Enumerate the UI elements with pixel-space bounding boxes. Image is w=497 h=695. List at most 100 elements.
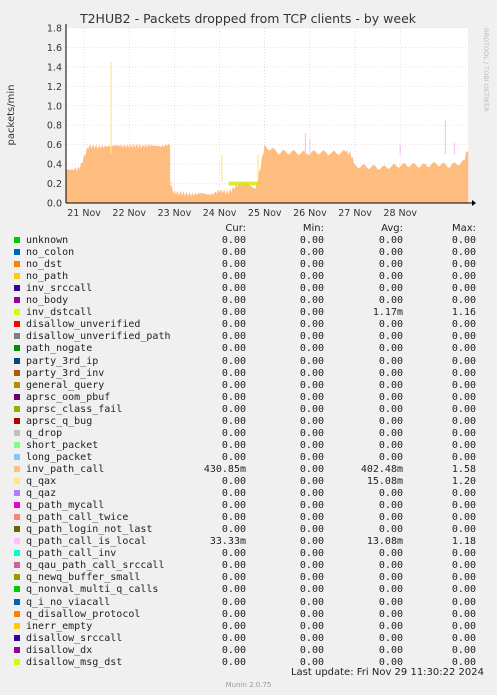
legend-avg: 0.00 (378, 343, 403, 355)
legend-cur: 0.00 (221, 415, 246, 427)
legend-swatch (14, 261, 20, 268)
x-tick-label: 21 Nov (67, 208, 101, 219)
legend-max: 1.58 (451, 463, 476, 475)
legend-avg: 0.00 (378, 439, 403, 451)
x-tick-label: 26 Nov (293, 208, 327, 219)
legend-swatch (14, 465, 20, 472)
legend-avg: 0.00 (378, 512, 403, 524)
band-inv_dstcall (228, 181, 261, 186)
legend-row: q_path_call_inv 0.00 0.00 0.00 0.00 (0, 548, 497, 560)
legend-avg: 0.00 (378, 500, 403, 512)
legend-row: q_qax 0.00 0.00 15.08m 1.20 (0, 476, 497, 488)
legend-name: q_path_call_inv (26, 548, 117, 560)
legend-cur: 0.00 (221, 259, 246, 271)
generator-label: Munin 2.0.75 (225, 681, 272, 689)
legend-name: no_colon (26, 247, 75, 259)
legend-cur: 0.00 (221, 608, 246, 620)
legend-row: party_3rd_ip 0.00 0.00 0.00 0.00 (0, 356, 497, 368)
legend-min: 0.00 (299, 319, 324, 331)
y-tick-label: 1.2 (47, 82, 62, 93)
legend-row: inv_path_call 430.85m 0.00 402.48m 1.58 (0, 464, 497, 476)
legend-min: 0.00 (299, 463, 324, 475)
legend-cur: 0.00 (221, 656, 246, 668)
legend-swatch (14, 622, 20, 629)
legend-avg: 0.00 (378, 295, 403, 307)
legend-cur: 0.00 (221, 451, 246, 463)
legend-swatch (14, 514, 20, 521)
legend-max: 0.00 (451, 403, 476, 415)
legend-max: 0.00 (451, 247, 476, 259)
legend-cur: 0.00 (221, 355, 246, 367)
legend-max: 0.00 (451, 560, 476, 572)
legend-row: q_path_call_is_local 33.33m 0.00 13.08m 1.18 (0, 536, 497, 548)
legend-max: 0.00 (451, 331, 476, 343)
legend-name: q_drop (26, 427, 63, 439)
legend-swatch (14, 574, 20, 581)
legend-max: 1.18 (451, 536, 476, 548)
legend-max: 0.00 (451, 355, 476, 367)
legend-row: party_3rd_inv 0.00 0.00 0.00 0.00 (0, 368, 497, 380)
legend-name: unknown (26, 235, 69, 246)
legend-swatch (14, 478, 20, 484)
legend-avg: 0.00 (378, 427, 403, 439)
legend-avg: 0.00 (378, 391, 403, 403)
legend-min: 0.00 (299, 379, 324, 391)
legend-swatch (14, 309, 20, 316)
legend-avg: 0.00 (378, 259, 403, 271)
legend-swatch (14, 345, 20, 352)
legend-min: 0.00 (299, 247, 324, 259)
legend-min: 0.00 (299, 524, 324, 536)
legend-min: 0.00 (299, 283, 324, 295)
legend-min: 0.00 (299, 584, 324, 596)
legend-avg: 15.08m (366, 476, 403, 487)
legend-avg: 0.00 (378, 560, 403, 572)
legend-row: no_colon 0.00 0.00 0.00 0.00 (0, 247, 497, 259)
legend-swatch (14, 538, 20, 545)
legend-swatch (14, 610, 20, 617)
y-axis-label: packets/min (6, 85, 17, 146)
legend-min: 0.00 (299, 632, 324, 644)
legend-max: 0.00 (451, 319, 476, 331)
legend-avg: 0.00 (378, 247, 403, 259)
legend-min: 0.00 (299, 476, 324, 487)
legend-swatch (14, 441, 20, 448)
legend-row: aprsc_q_bug 0.00 0.00 0.00 0.00 (0, 416, 497, 428)
legend-row: path_nogate 0.00 0.00 0.00 0.00 (0, 343, 497, 355)
legend-swatch (14, 562, 20, 569)
legend-swatch (14, 405, 20, 412)
legend-name: q_newq_buffer_small (26, 572, 141, 584)
legend-swatch (14, 417, 20, 424)
legend-name: inv_path_call (26, 463, 105, 475)
legend-avg: 0.00 (378, 235, 403, 246)
legend-name: aprsc_class_fail (26, 403, 123, 415)
last-update: Last update: Fri Nov 29 11:30:22 2024 (290, 667, 484, 678)
legend-name: q_path_call_twice (26, 512, 129, 524)
legend-row: no_dst 0.00 0.00 0.00 0.00 (0, 259, 497, 271)
legend-swatch (14, 502, 20, 509)
legend-row: no_body 0.00 0.00 0.00 0.00 (0, 295, 497, 307)
legend-avg: 0.00 (378, 271, 403, 283)
legend-cur: 0.00 (221, 235, 246, 246)
legend-swatch (14, 249, 20, 256)
legend-name: disallow_unverified (26, 319, 141, 331)
legend-name: party_3rd_ip (26, 355, 99, 367)
legend-swatch (14, 381, 20, 388)
legend-swatch (14, 490, 20, 497)
legend-avg: 1.17m (372, 307, 403, 319)
x-tick-label: 22 Nov (112, 208, 146, 219)
legend-avg: 0.00 (378, 415, 403, 427)
legend-cur: 0.00 (221, 247, 246, 259)
header-cur: Cur: (225, 223, 246, 234)
legend-avg: 0.00 (378, 379, 403, 391)
legend-cur: 0.00 (221, 403, 246, 415)
legend-name: disallow_dx (26, 644, 93, 656)
legend-row: q_i_no_viacall 0.00 0.00 0.00 0.00 (0, 597, 497, 609)
legend-swatch (14, 586, 20, 593)
header-max: Max: (451, 223, 476, 234)
legend-max: 0.00 (451, 271, 476, 283)
legend-cur: 0.00 (221, 620, 246, 632)
legend-row: q_path_login_not_last 0.00 0.00 0.00 0.00 (0, 524, 497, 536)
legend-avg: 0.00 (378, 488, 403, 500)
legend-cur: 0.00 (221, 331, 246, 343)
legend-cur: 0.00 (221, 439, 246, 451)
